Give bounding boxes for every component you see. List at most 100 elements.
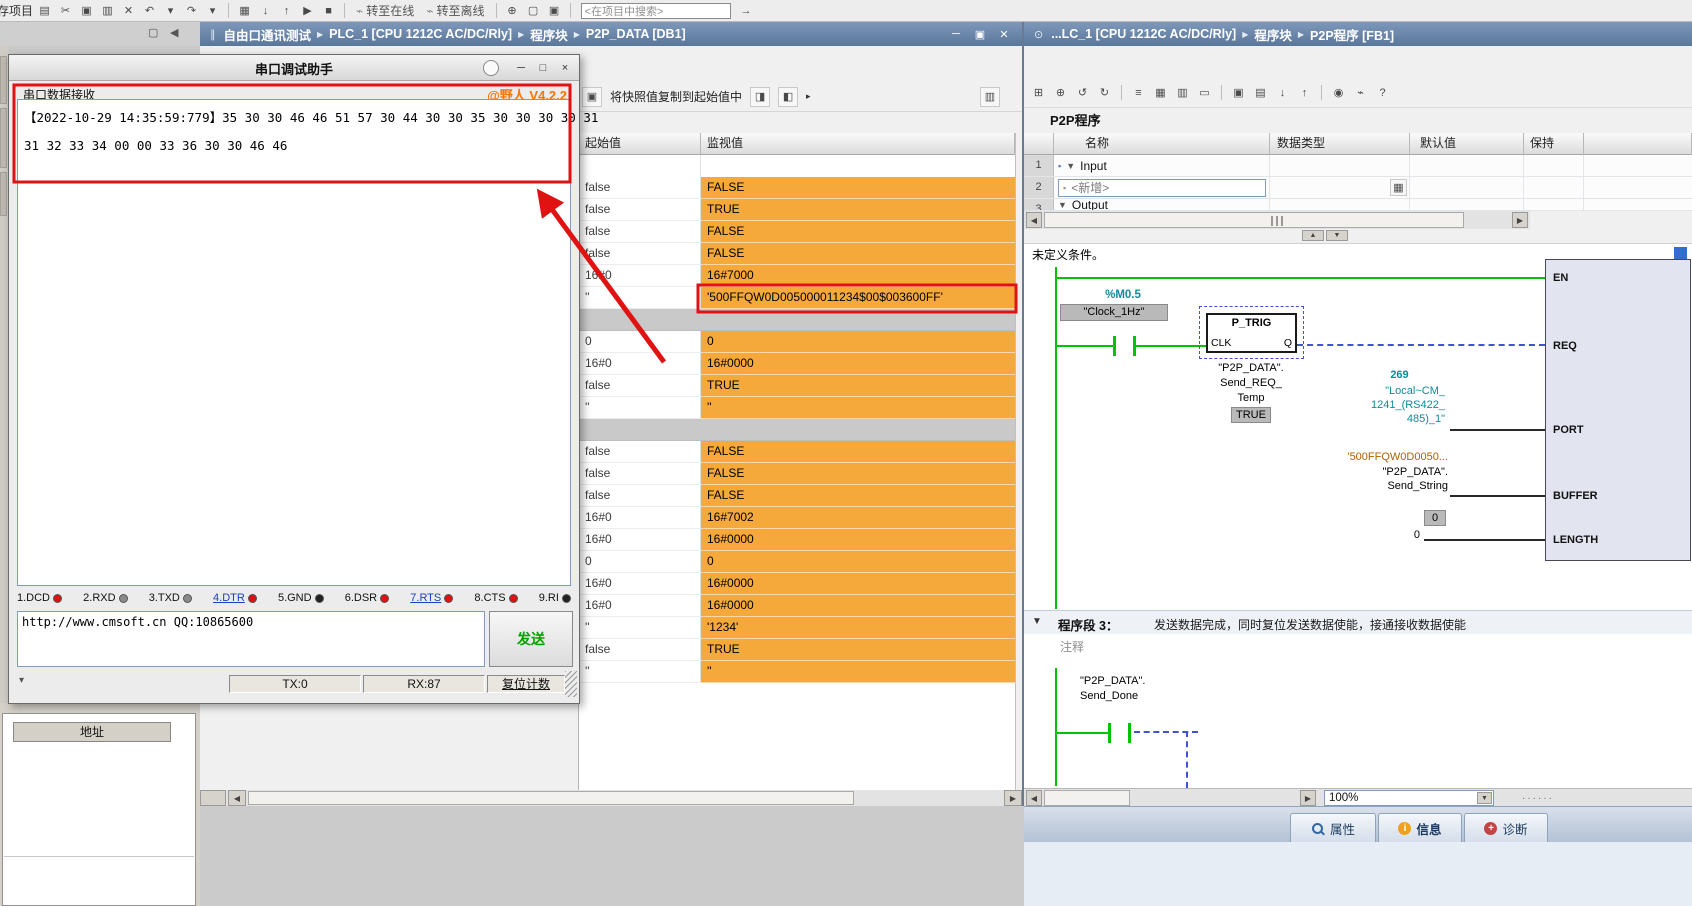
start-cpu-icon[interactable]: ▶ (298, 2, 317, 20)
upload-from-device-icon[interactable]: ↑ (277, 2, 296, 20)
db-table-row[interactable]: 16#016#7002 (579, 507, 1015, 529)
db-horizontal-scrollbar[interactable]: ◀ ▶ (200, 790, 1022, 806)
undo-dropdown-icon[interactable]: ▾ (161, 2, 180, 20)
db-table-row[interactable]: falseFALSE (579, 221, 1015, 243)
monitor-value-cell[interactable]: 16#0000 (701, 529, 1015, 551)
ladder-canvas-network2[interactable]: 未定义条件。 %M0.5 "Clock_1Hz" P_TRIG CLK Q "P… (1024, 243, 1692, 610)
send-button[interactable]: 发送 (489, 611, 573, 667)
monitor-value-cell[interactable]: 16#0000 (701, 573, 1015, 595)
monitor-value-cell[interactable]: TRUE (701, 375, 1015, 397)
zoom-select[interactable]: 100% ▼ (1324, 790, 1494, 806)
help-icon[interactable]: ? (1373, 84, 1392, 102)
db-window-titlebar[interactable]: ∥ 自由口通讯测试▶PLC_1 [CPU 1212C AC/DC/Rly]▶程序… (200, 22, 1022, 46)
close-button[interactable]: ✕ (992, 25, 1016, 43)
snapshot-camera-icon[interactable]: ▣ (582, 87, 602, 107)
db-table-row[interactable]: 16#016#0000 (579, 353, 1015, 375)
db-table-row[interactable]: falseTRUE (579, 639, 1015, 661)
length-operand[interactable]: 0 (1406, 528, 1420, 543)
decl-header-name[interactable]: 名称 (1054, 133, 1270, 155)
breadcrumb-item[interactable]: ...LC_1 [CPU 1212C AC/DC/Rly] (1051, 27, 1236, 41)
undo-icon[interactable]: ↶ (140, 2, 159, 20)
start-value-cell[interactable]: 16#0 (579, 529, 701, 551)
port-operand[interactable]: "Local~CM_ 1241_(RS422_ 485)_1" (1324, 384, 1445, 426)
ladder-canvas-network3[interactable]: "P2P_DATA". Send_Done (1024, 658, 1692, 788)
expand-triangle-icon[interactable]: ▼ (1058, 200, 1067, 210)
snapshot-icon[interactable]: ▣ (1229, 84, 1248, 102)
download-values-icon[interactable]: ↓ (1273, 84, 1292, 102)
receive-data-area[interactable]: 【2022-10-29 14:35:59:779】35 30 30 46 46 … (17, 99, 571, 586)
monitor-value-cell[interactable]: TRUE (701, 199, 1015, 221)
save-project-icon[interactable]: ▤ (35, 2, 54, 20)
start-value-cell[interactable]: false (579, 463, 701, 485)
monitor-value-cell[interactable]: FALSE (701, 221, 1015, 243)
db-table-row[interactable]: '''' (579, 397, 1015, 419)
insert-row-icon[interactable]: ⊞ (1029, 84, 1048, 102)
db-table-row[interactable]: falseFALSE (579, 485, 1015, 507)
monitor-value-cell[interactable]: '' (701, 661, 1015, 683)
monitor-value-cell[interactable]: FALSE (701, 177, 1015, 199)
breadcrumb-item[interactable]: 自由口通讯测试 (224, 25, 312, 44)
project-search-input[interactable] (581, 3, 731, 19)
start-value-cell[interactable]: '' (579, 287, 701, 309)
decl-header-default[interactable]: 默认值 (1410, 133, 1524, 155)
serial-titlebar[interactable]: 串口调试助手 ─ □ × (9, 55, 579, 81)
start-value-cell[interactable]: '' (579, 661, 701, 683)
db-table-row[interactable]: falseFALSE (579, 177, 1015, 199)
collapse-up-icon[interactable]: ▲ (1302, 230, 1324, 241)
comment-placeholder[interactable]: 注释 (1060, 638, 1084, 655)
db-table-row[interactable]: '''' (579, 661, 1015, 683)
copy-icon[interactable]: ▣ (77, 2, 96, 20)
monitor-value-cell[interactable]: '500FFQW0D005000011234$00$003600FF' (701, 287, 1015, 309)
breadcrumb-item[interactable]: 程序块 (1254, 25, 1292, 44)
redo-dropdown-icon[interactable]: ▾ (203, 2, 222, 20)
network3-comment-row[interactable]: 注释 (1024, 634, 1692, 658)
monitor-value-cell[interactable]: '' (701, 397, 1015, 419)
decl-row-input[interactable]: 1 ▪ ▼ Input (1024, 155, 1692, 177)
start-value-cell[interactable]: '' (579, 617, 701, 639)
save-project-label[interactable]: 存项目 (0, 2, 33, 19)
db-table-row[interactable]: falseTRUE (579, 199, 1015, 221)
options-dropdown-icon[interactable]: ▾ (19, 675, 24, 686)
undock-window-icon[interactable]: ▢ (148, 26, 158, 39)
send-ptp-instruction-box[interactable]: EN REQ PORT BUFFER LENGTH (1545, 259, 1691, 561)
db-table-row[interactable]: 16#016#7000 (579, 265, 1015, 287)
monitor-value-cell[interactable]: FALSE (701, 485, 1015, 507)
redo-icon[interactable]: ↷ (182, 2, 201, 20)
split-editor-icon[interactable]: ▥ (1173, 84, 1192, 102)
start-value-cell[interactable]: false (579, 221, 701, 243)
start-value-cell[interactable]: false (579, 441, 701, 463)
side-tab[interactable] (0, 172, 7, 216)
breadcrumb-item[interactable]: 程序块 (530, 25, 568, 44)
monitor-all-icon[interactable]: ◉ (1329, 84, 1348, 102)
p-trig-block[interactable]: P_TRIG CLK Q (1206, 313, 1297, 353)
decl-row-new[interactable]: 2 ▪ <新增> ▦ (1024, 177, 1692, 199)
expand-members-icon[interactable]: ≡ (1129, 84, 1148, 102)
refresh-icon[interactable]: ↻ (1095, 84, 1114, 102)
monitor-value-cell[interactable]: TRUE (701, 639, 1015, 661)
paste-icon[interactable]: ▥ (98, 2, 117, 20)
download-to-device-icon[interactable]: ↓ (256, 2, 275, 20)
maximize-button[interactable]: □ (533, 59, 553, 77)
monitor-value-cell[interactable]: 16#0000 (701, 595, 1015, 617)
monitor-value-cell[interactable]: 0 (701, 551, 1015, 573)
start-value-cell[interactable]: false (579, 639, 701, 661)
reset-count-button[interactable]: 复位计数 (487, 675, 565, 693)
start-value-cell[interactable]: 16#0 (579, 265, 701, 287)
contact-operand-box[interactable]: "Clock_1Hz" (1060, 304, 1168, 321)
cut-icon[interactable]: ✂ (56, 2, 75, 20)
db-table-row[interactable]: falseFALSE (579, 441, 1015, 463)
start-value-cell[interactable]: false (579, 177, 701, 199)
send-done-operand[interactable]: "P2P_DATA". Send_Done (1080, 674, 1145, 704)
side-tab[interactable] (0, 108, 7, 168)
serial-led-7-rts[interactable]: 7.RTS (410, 592, 453, 604)
db-table-row[interactable]: '''500FFQW0D005000011234$00$003600FF' (579, 287, 1015, 309)
collapse-down-icon[interactable]: ▼ (1326, 230, 1348, 241)
tab-properties[interactable]: 属性 (1290, 813, 1376, 843)
scroll-right-icon[interactable]: ▶ (1004, 790, 1022, 806)
collapse-network-icon[interactable]: ▼ (1032, 616, 1042, 627)
buffer-operand[interactable]: "P2P_DATA". Send_String (1324, 465, 1448, 493)
db-table-row[interactable]: falseFALSE (579, 463, 1015, 485)
upload-values-icon[interactable]: ↑ (1295, 84, 1314, 102)
decl-horizontal-scrollbar[interactable]: ◀ ▶ (1024, 211, 1530, 229)
copy-values-icon[interactable]: ◨ (750, 87, 770, 107)
